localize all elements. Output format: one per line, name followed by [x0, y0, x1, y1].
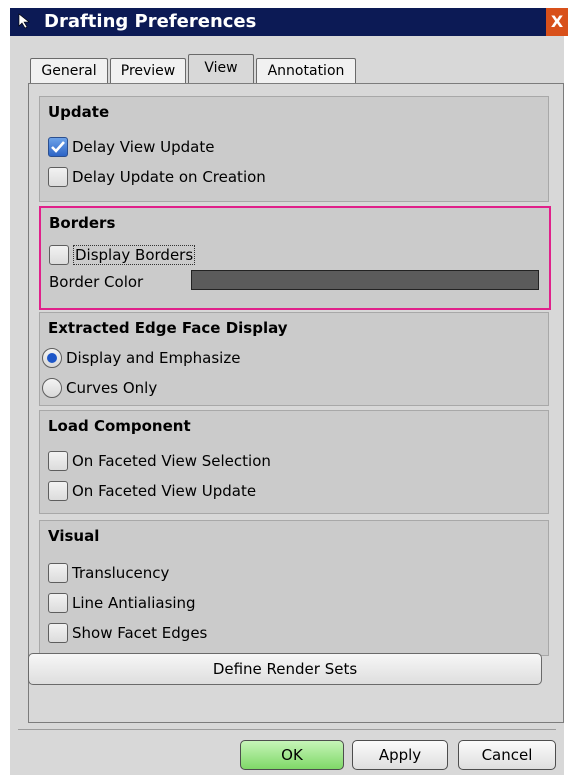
title-bar: Drafting Preferences X	[0, 0, 572, 38]
cursor-arrow-icon	[18, 13, 32, 29]
border-color-swatch[interactable]	[191, 270, 539, 290]
curves-only-label: Curves Only	[66, 379, 158, 397]
translucency-checkbox[interactable]	[48, 563, 68, 583]
extracted-edge-group-title: Extracted Edge Face Display	[48, 319, 288, 337]
on-faceted-view-selection-checkbox[interactable]	[48, 451, 68, 471]
line-antialiasing-label: Line Antialiasing	[72, 594, 196, 612]
show-facet-edges-label: Show Facet Edges	[72, 624, 208, 642]
window-title: Drafting Preferences	[44, 11, 257, 32]
on-faceted-view-update-label: On Faceted View Update	[72, 482, 257, 500]
translucency-option[interactable]: Translucency	[48, 561, 169, 585]
on-faceted-view-update-option[interactable]: On Faceted View Update	[48, 479, 256, 503]
apply-button[interactable]: Apply	[352, 740, 448, 770]
on-faceted-view-selection-label: On Faceted View Selection	[72, 452, 271, 470]
line-antialiasing-checkbox[interactable]	[48, 593, 68, 613]
update-group: Update Delay View Update Delay Update on…	[39, 96, 549, 202]
title-bar-inner: Drafting Preferences X	[10, 8, 568, 36]
extracted-edge-face-display-group: Extracted Edge Face Display Display and …	[39, 312, 549, 406]
borders-group-title: Borders	[49, 214, 116, 232]
close-button[interactable]: X	[546, 8, 568, 36]
ok-button[interactable]: OK	[240, 740, 344, 770]
delay-update-on-creation-option[interactable]: Delay Update on Creation	[48, 165, 266, 189]
curves-only-option[interactable]: Curves Only	[42, 376, 157, 400]
borders-group: Borders Display Borders Border Color	[39, 206, 551, 310]
delay-view-update-checkbox[interactable]	[48, 137, 68, 157]
on-faceted-view-selection-option[interactable]: On Faceted View Selection	[48, 449, 271, 473]
tab-general[interactable]: General	[30, 58, 108, 83]
define-render-sets-button[interactable]: Define Render Sets	[28, 653, 542, 685]
border-color-label: Border Color	[49, 273, 144, 291]
display-and-emphasize-radio[interactable]	[42, 348, 62, 368]
delay-view-update-option[interactable]: Delay View Update	[48, 135, 214, 159]
cancel-button[interactable]: Cancel	[458, 740, 556, 770]
view-tab-page: Update Delay View Update Delay Update on…	[28, 83, 564, 723]
display-and-emphasize-option[interactable]: Display and Emphasize	[42, 346, 240, 370]
checkmark-icon	[51, 141, 65, 153]
display-and-emphasize-label: Display and Emphasize	[66, 349, 241, 367]
load-component-group: Load Component On Faceted View Selection…	[39, 410, 549, 514]
update-group-title: Update	[48, 103, 110, 121]
translucency-label: Translucency	[72, 564, 170, 582]
tab-view[interactable]: View	[188, 54, 254, 85]
display-borders-option[interactable]: Display Borders	[49, 243, 196, 267]
show-facet-edges-option[interactable]: Show Facet Edges	[48, 621, 207, 645]
delay-update-on-creation-label: Delay Update on Creation	[72, 168, 266, 186]
tab-annotation[interactable]: Annotation	[256, 58, 356, 83]
visual-group: Visual Translucency Line Antialiasing Sh…	[39, 520, 549, 656]
display-borders-label: Display Borders	[73, 245, 196, 265]
display-borders-checkbox[interactable]	[49, 245, 69, 265]
line-antialiasing-option[interactable]: Line Antialiasing	[48, 591, 196, 615]
show-facet-edges-checkbox[interactable]	[48, 623, 68, 643]
dialog-body: General Preview View Annotation Update D…	[10, 36, 564, 775]
footer-separator	[18, 729, 556, 730]
visual-group-title: Visual	[48, 527, 100, 545]
border-color-row: Border Color	[49, 270, 143, 294]
curves-only-radio[interactable]	[42, 378, 62, 398]
tab-preview[interactable]: Preview	[110, 58, 186, 83]
on-faceted-view-update-checkbox[interactable]	[48, 481, 68, 501]
load-component-group-title: Load Component	[48, 417, 191, 435]
delay-update-on-creation-checkbox[interactable]	[48, 167, 68, 187]
delay-view-update-label: Delay View Update	[72, 138, 215, 156]
